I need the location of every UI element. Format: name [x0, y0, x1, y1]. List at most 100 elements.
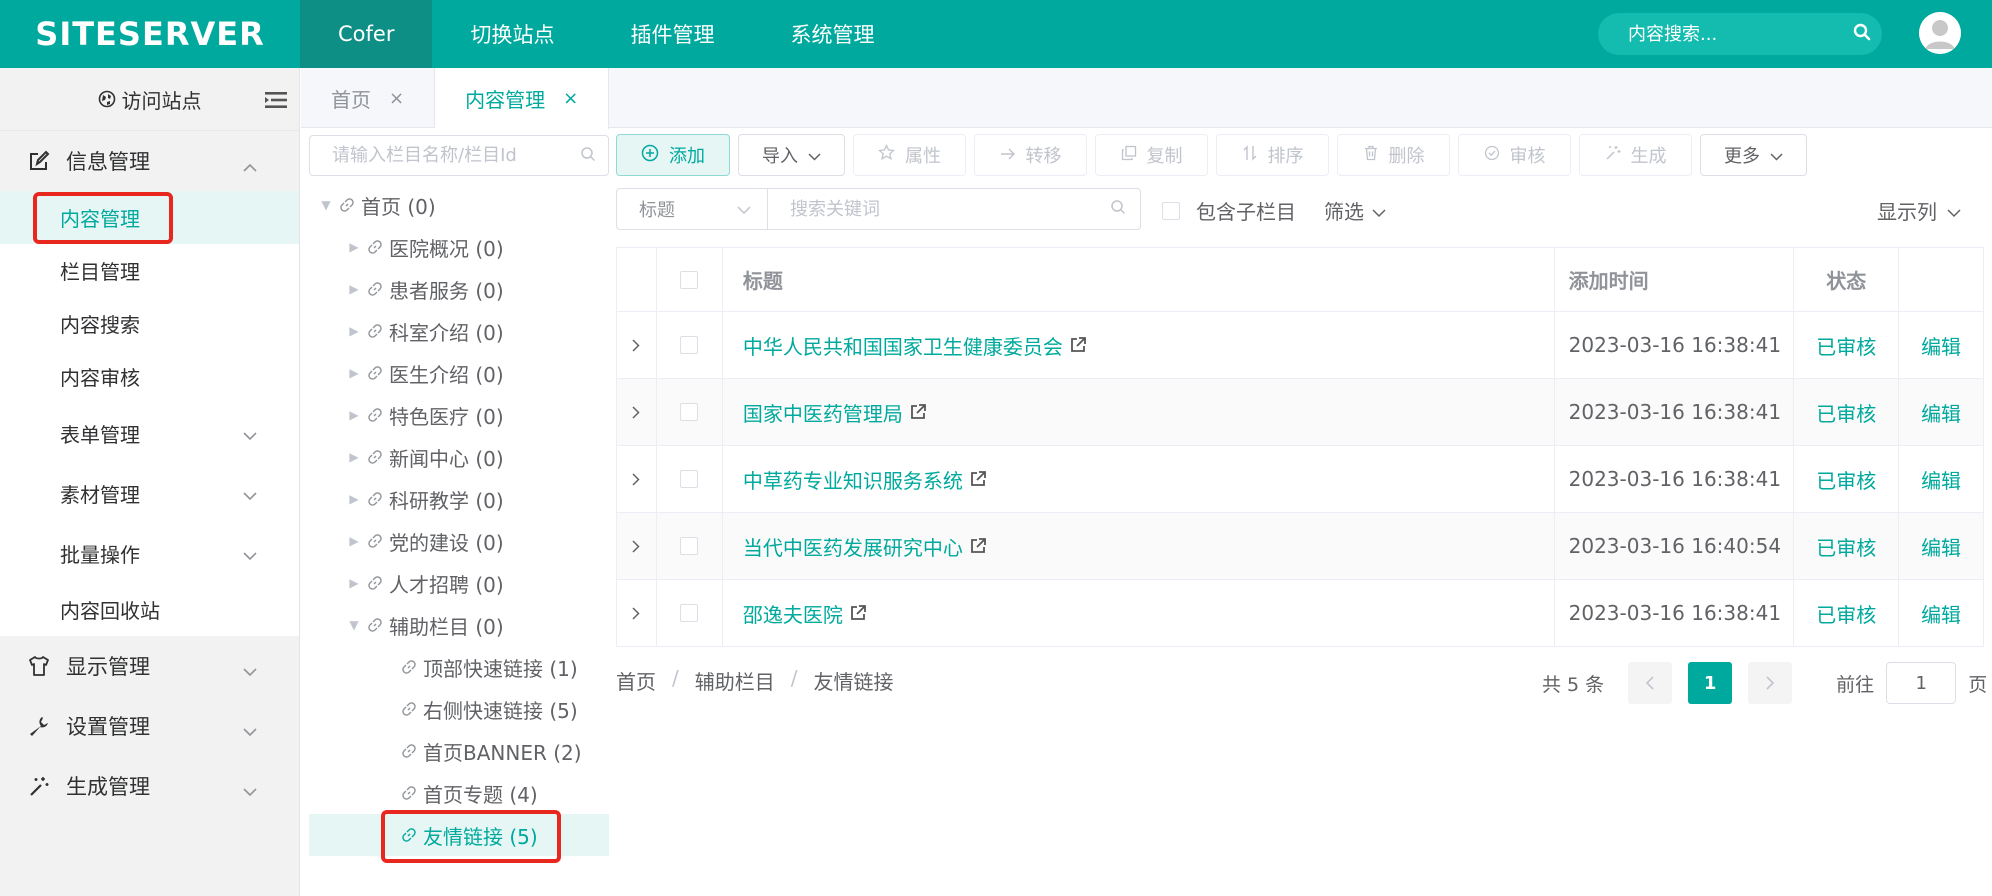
edit-link[interactable]: 编辑 [1921, 465, 1961, 494]
filter-dropdown[interactable]: 筛选 [1324, 196, 1386, 225]
row-checkbox[interactable] [680, 403, 699, 421]
status-link[interactable]: 已审核 [1816, 599, 1876, 628]
tab-content-management[interactable]: 内容管理 × [435, 68, 610, 129]
tree-node[interactable]: ▶ 科研教学 (0) [309, 478, 609, 520]
sidebar-item-channel-management[interactable]: 栏目管理 [0, 244, 299, 297]
tree-node[interactable]: ▼ 辅助栏目 (0) [309, 604, 609, 646]
next-page-button[interactable] [1748, 662, 1793, 704]
sidebar-item-forms[interactable]: 表单管理 [0, 403, 299, 463]
goto-page-input[interactable] [1886, 662, 1957, 704]
sort-button[interactable]: 排序 [1216, 134, 1329, 176]
caret-down-icon[interactable]: ▼ [347, 618, 361, 632]
caret-right-icon[interactable]: ▶ [347, 534, 361, 548]
caret-right-icon[interactable]: ▶ [347, 492, 361, 506]
caret-right-icon[interactable]: ▶ [347, 324, 361, 338]
breadcrumb-home[interactable]: 首页 [616, 666, 656, 695]
header-title[interactable]: 标题 [723, 248, 1555, 311]
tree-node-active[interactable]: 友情链接 (5) [309, 814, 609, 856]
visit-site[interactable]: 访问站点 [0, 68, 299, 131]
caret-right-icon[interactable]: ▶ [347, 240, 361, 254]
content-search-input[interactable] [1628, 23, 1853, 45]
sidebar-item-batch[interactable]: 批量操作 [0, 523, 299, 583]
search-field-select[interactable]: 标题 [617, 189, 768, 229]
tree-node[interactable]: ▶ 患者服务 (0) [309, 268, 609, 310]
close-icon[interactable]: × [389, 88, 404, 109]
include-children-checkbox[interactable]: 包含子栏目 [1162, 196, 1296, 225]
top-nav-system[interactable]: 系统管理 [752, 0, 912, 68]
logo[interactable]: SITESERVER [0, 0, 300, 68]
sidebar-item-recycle[interactable]: 内容回收站 [0, 583, 299, 636]
tab-home[interactable]: 首页 × [301, 68, 436, 128]
status-link[interactable]: 已审核 [1816, 465, 1876, 494]
row-checkbox[interactable] [680, 604, 699, 622]
sidebar-group-settings[interactable]: 设置管理 [0, 696, 299, 756]
caret-right-icon[interactable]: ▶ [347, 408, 361, 422]
channel-search-input[interactable] [332, 145, 580, 166]
sidebar-group-display[interactable]: 显示管理 [0, 636, 299, 696]
sidebar-item-materials[interactable]: 素材管理 [0, 463, 299, 523]
top-nav-plugins[interactable]: 插件管理 [592, 0, 752, 68]
search-icon[interactable] [1853, 23, 1871, 46]
caret-down-icon[interactable]: ▼ [319, 198, 333, 212]
top-nav-site[interactable]: Cofer [300, 0, 433, 68]
chevron-right-icon[interactable] [632, 601, 641, 625]
edit-link[interactable]: 编辑 [1921, 532, 1961, 561]
import-button[interactable]: 导入 [738, 134, 845, 176]
tree-node[interactable]: 首页专题 (4) [309, 772, 609, 814]
tree-node[interactable]: 顶部快速链接 (1) [309, 646, 609, 688]
external-link-icon[interactable] [1069, 336, 1087, 354]
columns-dropdown[interactable]: 显示列 [1877, 196, 1961, 225]
tree-node[interactable]: ▶ 医生介绍 (0) [309, 352, 609, 394]
tree-node[interactable]: ▶ 人才招聘 (0) [309, 562, 609, 604]
audit-button[interactable]: 审核 [1458, 134, 1571, 176]
prev-page-button[interactable] [1628, 662, 1673, 704]
edit-link[interactable]: 编辑 [1921, 599, 1961, 628]
keyword-search-input[interactable] [790, 198, 1110, 220]
chevron-right-icon[interactable] [632, 333, 641, 357]
tree-node[interactable]: 右侧快速链接 (5) [309, 688, 609, 730]
tree-node[interactable]: ▶ 新闻中心 (0) [309, 436, 609, 478]
edit-link[interactable]: 编辑 [1921, 398, 1961, 427]
row-checkbox[interactable] [680, 470, 699, 488]
select-all-checkbox[interactable] [680, 270, 699, 289]
content-title-link[interactable]: 国家中医药管理局 [743, 398, 903, 427]
delete-button[interactable]: 删除 [1337, 134, 1450, 176]
search-icon[interactable] [580, 146, 596, 166]
content-title-link[interactable]: 中草药专业知识服务系统 [743, 465, 963, 494]
caret-right-icon[interactable]: ▶ [347, 366, 361, 380]
generate-button[interactable]: 生成 [1579, 134, 1692, 176]
tree-node-root[interactable]: ▼ 首页 (0) [309, 184, 609, 226]
tree-node[interactable]: ▶ 特色医疗 (0) [309, 394, 609, 436]
tree-node[interactable]: ▶ 科室介绍 (0) [309, 310, 609, 352]
more-button[interactable]: 更多 [1700, 134, 1807, 176]
sidebar-group-info[interactable]: 信息管理 [0, 131, 299, 191]
sidebar-item-content-search[interactable]: 内容搜索 [0, 297, 299, 350]
search-icon[interactable] [1110, 199, 1126, 219]
checkbox[interactable] [1162, 201, 1180, 220]
menu-collapse-icon[interactable] [265, 90, 287, 114]
tree-node[interactable]: ▶ 党的建设 (0) [309, 520, 609, 562]
external-link-icon[interactable] [849, 604, 867, 622]
header-status[interactable]: 状态 [1794, 248, 1900, 311]
row-checkbox[interactable] [680, 537, 699, 555]
caret-right-icon[interactable]: ▶ [347, 450, 361, 464]
external-link-icon[interactable] [969, 537, 987, 555]
user-avatar[interactable] [1919, 12, 1961, 54]
add-button[interactable]: 添加 [616, 134, 730, 176]
sidebar-group-generate[interactable]: 生成管理 [0, 756, 299, 816]
tree-node[interactable]: ▶ 医院概况 (0) [309, 226, 609, 268]
breadcrumb-aux[interactable]: 辅助栏目 [695, 666, 775, 695]
sidebar-item-content-audit[interactable]: 内容审核 [0, 350, 299, 403]
chevron-right-icon[interactable] [632, 467, 641, 491]
content-title-link[interactable]: 邵逸夫医院 [743, 599, 843, 628]
sidebar-item-content-management[interactable]: 内容管理 [0, 191, 299, 244]
external-link-icon[interactable] [969, 470, 987, 488]
content-title-link[interactable]: 当代中医药发展研究中心 [743, 532, 963, 561]
status-link[interactable]: 已审核 [1816, 532, 1876, 561]
tree-node[interactable]: 首页BANNER (2) [309, 730, 609, 772]
status-link[interactable]: 已审核 [1816, 331, 1876, 360]
external-link-icon[interactable] [909, 403, 927, 421]
transfer-button[interactable]: 转移 [974, 134, 1087, 176]
content-title-link[interactable]: 中华人民共和国国家卫生健康委员会 [743, 331, 1063, 360]
close-icon[interactable]: × [563, 88, 578, 109]
